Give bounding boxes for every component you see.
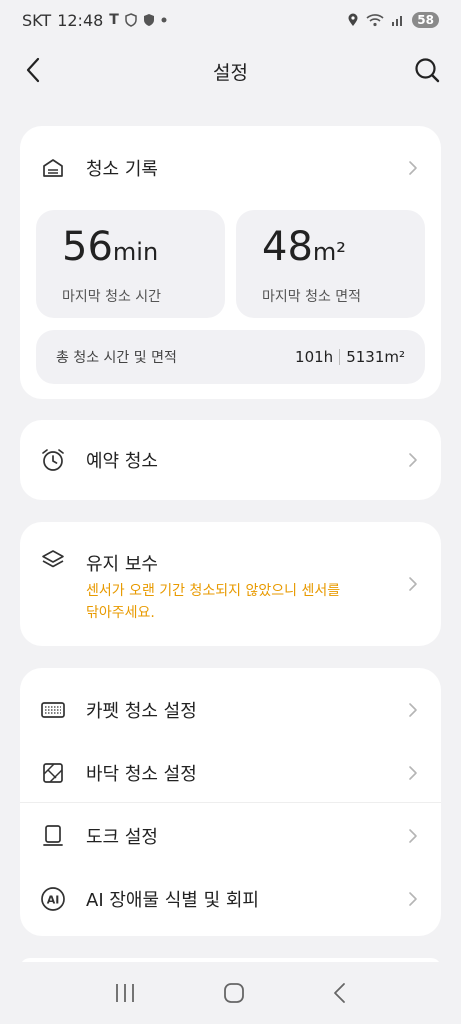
- last-cleaning-time-tile: 56min 마지막 청소 시간: [36, 210, 225, 318]
- dot-icon: [161, 17, 167, 23]
- chevron-right-icon: [409, 577, 417, 591]
- last-cleaning-area-tile: 48m² 마지막 청소 면적: [236, 210, 425, 318]
- layers-icon: [40, 548, 66, 574]
- last-cleaning-time-value: 56min: [62, 224, 159, 270]
- chevron-right-icon: [409, 765, 417, 780]
- last-cleaning-area-value: 48m²: [262, 224, 346, 270]
- schedule-row[interactable]: 예약 청소: [20, 420, 441, 500]
- cleaning-record-row[interactable]: 청소 기록: [20, 126, 441, 210]
- floor-settings-row[interactable]: 바닥 청소 설정: [20, 741, 441, 804]
- house-icon: [40, 155, 66, 181]
- system-nav-bar: [0, 962, 461, 1024]
- svg-text:AI: AI: [47, 893, 60, 906]
- security-icon: [143, 14, 154, 26]
- app-bar: 설정: [0, 44, 461, 98]
- carpet-settings-label: 카펫 청소 설정: [86, 700, 197, 722]
- divider: [20, 802, 441, 803]
- chevron-right-icon: [409, 828, 417, 843]
- schedule-card: 예약 청소: [20, 420, 441, 500]
- chevron-right-icon: [409, 891, 417, 906]
- divider: [339, 349, 341, 365]
- floor-settings-label: 바닥 청소 설정: [86, 763, 197, 785]
- chevron-right-icon: [409, 702, 417, 717]
- dock-settings-label: 도크 설정: [86, 826, 158, 848]
- recent-apps-icon[interactable]: [113, 982, 137, 1004]
- status-bar: SKT 12:48 T 58: [0, 0, 461, 40]
- cleaning-record-card: 청소 기록 56min 마지막 청소 시간 48m² 마지막 청소 면적 총 청…: [20, 126, 441, 399]
- total-cleaning-summary: 총 청소 시간 및 면적 101h 5131m²: [36, 330, 425, 384]
- search-icon[interactable]: [413, 56, 441, 84]
- last-cleaning-time-caption: 마지막 청소 시간: [62, 289, 162, 305]
- battery-badge: 58: [412, 12, 439, 28]
- total-time: 101h: [295, 348, 334, 366]
- signal-icon: [392, 16, 403, 26]
- ai-icon: AI: [40, 886, 66, 912]
- floor-icon: [40, 760, 66, 786]
- maintenance-label: 유지 보수: [86, 554, 158, 575]
- alarm-clock-icon: [40, 447, 66, 473]
- schedule-label: 예약 청소: [86, 451, 158, 472]
- wifi-icon: [366, 14, 384, 27]
- maintenance-card[interactable]: 유지 보수 센서가 오랜 기간 청소되지 않았으니 센서를 닦아주세요.: [20, 522, 441, 646]
- clock: 12:48: [57, 10, 104, 30]
- total-label: 총 청소 시간 및 면적: [56, 350, 177, 366]
- ai-obstacle-row[interactable]: AI AI 장애물 식별 및 회피: [20, 867, 441, 930]
- settings-list-card: 카펫 청소 설정 바닥 청소 설정 도크 설정 AI AI 장애물 식별 및 회…: [20, 668, 441, 936]
- chevron-right-icon: [409, 453, 417, 467]
- dock-settings-row[interactable]: 도크 설정: [20, 804, 441, 867]
- back-icon[interactable]: [332, 981, 348, 1005]
- carrier: SKT: [22, 10, 52, 30]
- cleaning-record-label: 청소 기록: [86, 159, 158, 180]
- maintenance-warning: 센서가 오랜 기간 청소되지 않았으니 센서를 닦아주세요.: [86, 583, 341, 621]
- dock-icon: [40, 823, 66, 849]
- total-values: 101h 5131m²: [295, 348, 405, 366]
- total-area: 5131m²: [346, 348, 405, 366]
- last-cleaning-area-caption: 마지막 청소 면적: [262, 289, 362, 305]
- chevron-right-icon: [409, 161, 417, 175]
- notification-t-icon: T: [109, 12, 119, 28]
- page-title: 설정: [213, 61, 248, 84]
- home-icon[interactable]: [222, 981, 246, 1005]
- carpet-icon: [40, 697, 66, 723]
- location-icon: [348, 13, 358, 26]
- shield-icon: [125, 13, 137, 27]
- back-arrow-icon[interactable]: [20, 56, 48, 84]
- ai-obstacle-label: AI 장애물 식별 및 회피: [86, 889, 259, 911]
- carpet-settings-row[interactable]: 카펫 청소 설정: [20, 678, 441, 741]
